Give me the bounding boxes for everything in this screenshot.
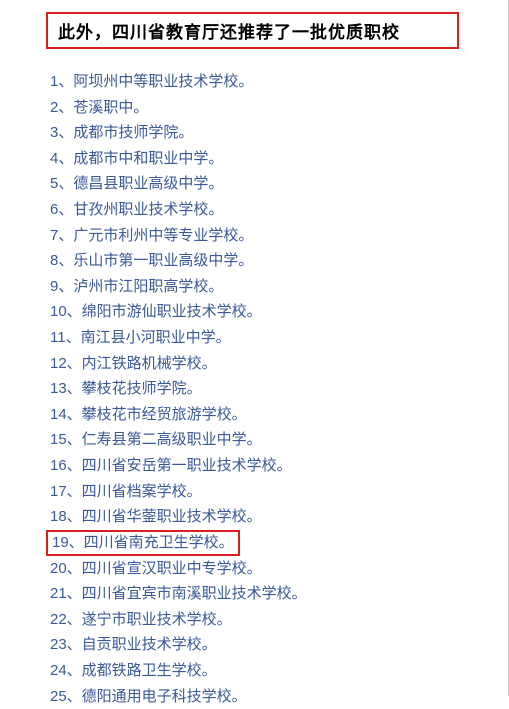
list-item: 1、阿坝州中等职业技术学校。 (50, 69, 469, 95)
list-item: 12、内江铁路机械学校。 (50, 351, 469, 377)
list-item: 19、四川省南充卫生学校。 (52, 532, 234, 554)
list-item: 20、四川省宣汉职业中专学校。 (50, 556, 469, 582)
list-item: 14、攀枝花市经贸旅游学校。 (50, 402, 469, 428)
list-item: 18、四川省华蓥职业技术学校。 (50, 504, 469, 530)
title-container: 此外，四川省教育厅还推荐了一批优质职校 (46, 12, 459, 49)
list-item: 6、甘孜州职业技术学校。 (50, 197, 469, 223)
list-item: 17、四川省档案学校。 (50, 479, 469, 505)
title-text: 此外，四川省教育厅还推荐了一批优质职校 (58, 18, 447, 43)
list-item: 24、成都铁路卫生学校。 (50, 658, 469, 684)
list-item: 16、四川省安岳第一职业技术学校。 (50, 453, 469, 479)
list-item: 4、成都市中和职业中学。 (50, 146, 469, 172)
list-item: 3、成都市技师学院。 (50, 120, 469, 146)
list-item: 21、四川省宜宾市南溪职业技术学校。 (50, 581, 469, 607)
list-item: 13、攀枝花技师学院。 (50, 376, 469, 402)
list-item: 5、德昌县职业高级中学。 (50, 171, 469, 197)
list-item: 9、泸州市江阳职高学校。 (50, 274, 469, 300)
school-list: 1、阿坝州中等职业技术学校。2、苍溪职中。3、成都市技师学院。4、成都市中和职业… (40, 69, 469, 709)
highlighted-item: 19、四川省南充卫生学校。 (46, 530, 240, 556)
list-item: 15、仁寿县第二高级职业中学。 (50, 427, 469, 453)
list-item: 23、自贡职业技术学校。 (50, 632, 469, 658)
list-item: 25、德阳通用电子科技学校。 (50, 684, 469, 709)
list-item: 8、乐山市第一职业高级中学。 (50, 248, 469, 274)
list-item: 10、绵阳市游仙职业技术学校。 (50, 299, 469, 325)
list-item: 22、遂宁市职业技术学校。 (50, 607, 469, 633)
list-item: 11、南江县小河职业中学。 (50, 325, 469, 351)
list-item: 2、苍溪职中。 (50, 95, 469, 121)
list-item: 7、广元市利州中等专业学校。 (50, 223, 469, 249)
